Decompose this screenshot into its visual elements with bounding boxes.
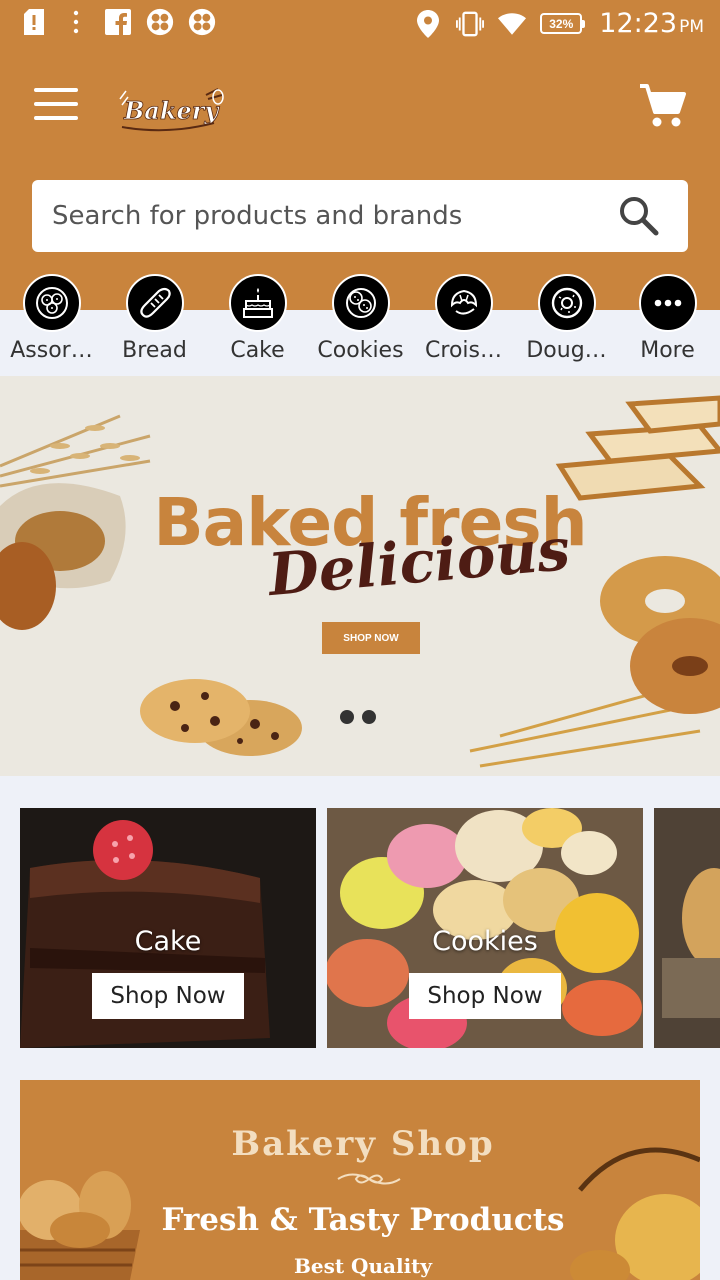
battery-level: 32% bbox=[540, 13, 583, 34]
more-icon bbox=[638, 274, 697, 332]
bottom-banner-title: Bakery Shop bbox=[231, 1124, 495, 1164]
promo-title: Cookies bbox=[432, 926, 538, 957]
shop-now-button[interactable]: Shop Now bbox=[92, 973, 244, 1019]
wifi-icon bbox=[498, 10, 527, 38]
category-more[interactable]: More bbox=[616, 274, 719, 363]
bakery-logo: Bakery bbox=[118, 85, 228, 135]
vibrate-icon bbox=[456, 10, 485, 38]
location-icon bbox=[414, 9, 442, 38]
promo-card-cake[interactable]: Cake Shop Now bbox=[20, 808, 316, 1048]
bread-icon bbox=[125, 274, 184, 332]
category-bread[interactable]: Bread bbox=[103, 274, 206, 363]
shop-now-button[interactable]: SHOP NOW bbox=[322, 622, 420, 654]
donut-icon bbox=[537, 274, 596, 332]
bread-image bbox=[654, 808, 720, 1048]
app-icon bbox=[188, 8, 216, 36]
croissant-icon bbox=[434, 274, 493, 332]
ornament-icon bbox=[337, 1173, 401, 1185]
category-croissant[interactable]: Crois… bbox=[412, 274, 515, 363]
carousel-dot[interactable] bbox=[340, 710, 354, 724]
category-label: Doug… bbox=[526, 338, 607, 363]
bakery-shop-banner[interactable]: Bakery Shop Fresh & Tasty Products Best … bbox=[20, 1080, 700, 1280]
cart-button[interactable] bbox=[636, 80, 688, 132]
cookie-plate-icon bbox=[22, 274, 81, 332]
battery-icon: 32% bbox=[540, 13, 586, 34]
cart-icon bbox=[640, 84, 686, 127]
category-label: More bbox=[640, 338, 695, 363]
hero-banner[interactable]: Baked fresh Delicious SHOP NOW bbox=[0, 376, 720, 776]
category-label: Cookies bbox=[317, 338, 404, 363]
promo-title: Cake bbox=[134, 926, 202, 957]
carousel-indicator[interactable] bbox=[340, 710, 376, 724]
facebook-icon bbox=[104, 8, 132, 36]
category-assorted[interactable]: Assor… bbox=[0, 274, 103, 363]
category-label: Cake bbox=[230, 338, 285, 363]
clock: 12:23 PM bbox=[599, 8, 704, 39]
category-doughnut[interactable]: Doug… bbox=[515, 274, 618, 363]
category-cookies[interactable]: Cookies bbox=[309, 274, 412, 363]
category-label: Crois… bbox=[425, 338, 502, 363]
search-input[interactable]: Search for products and brands bbox=[52, 201, 616, 231]
logo-text: Bakery bbox=[123, 96, 220, 125]
cookies-image bbox=[140, 679, 302, 756]
category-label: Assor… bbox=[10, 338, 93, 363]
shop-now-button[interactable]: Shop Now bbox=[409, 973, 561, 1019]
promo-card-bread[interactable] bbox=[654, 808, 720, 1048]
search-bar[interactable]: Search for products and brands bbox=[32, 180, 688, 252]
app-header: Bakery Search for products and brands bbox=[0, 50, 720, 310]
app-icon bbox=[146, 8, 174, 36]
alert-icon bbox=[20, 8, 48, 36]
category-cake[interactable]: Cake bbox=[206, 274, 309, 363]
menu-button[interactable] bbox=[34, 88, 78, 120]
cookies-icon bbox=[331, 274, 390, 332]
status-bar: 32% 12:23 PM bbox=[0, 0, 720, 50]
category-label: Bread bbox=[122, 338, 187, 363]
carousel-dot[interactable] bbox=[362, 710, 376, 724]
bottom-banner-subtitle: Fresh & Tasty Products bbox=[161, 1202, 565, 1238]
bottom-banner-tagline: Best Quality bbox=[293, 1254, 433, 1278]
more-vert-icon bbox=[62, 8, 90, 36]
search-icon[interactable] bbox=[616, 193, 662, 239]
category-strip: Assor… Bread Cake Cookies Crois… Doug… M… bbox=[0, 274, 720, 374]
promo-card-cookies[interactable]: Cookies Shop Now bbox=[327, 808, 643, 1048]
cake-icon bbox=[228, 274, 287, 332]
